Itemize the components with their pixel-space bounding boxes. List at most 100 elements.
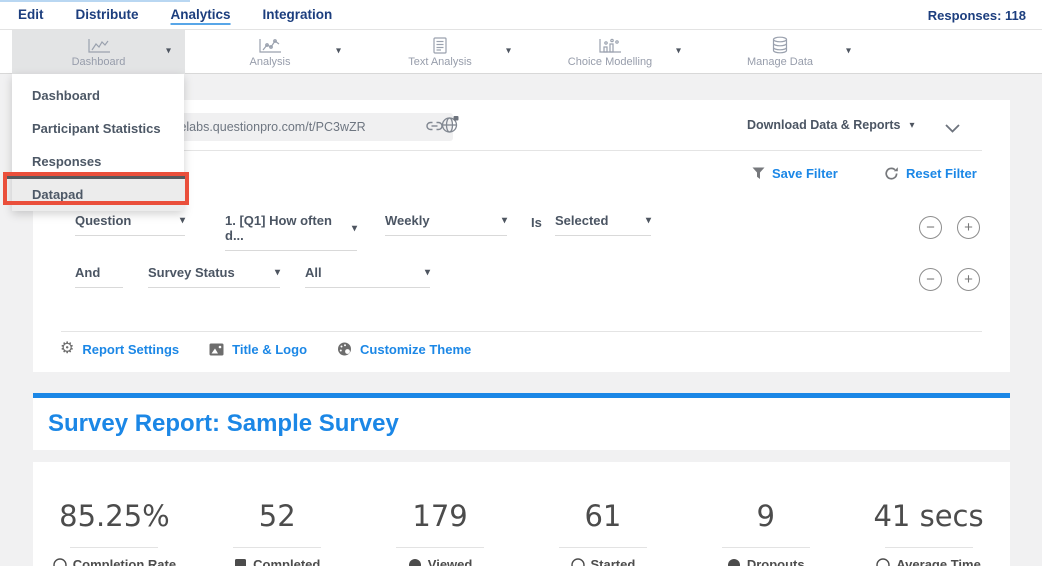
module-label: Text Analysis: [408, 56, 472, 68]
filter-status-value-select[interactable]: All ▾: [305, 265, 430, 288]
stat-started: 61 Started: [521, 499, 684, 566]
caret-down-icon: ▾: [275, 267, 280, 278]
stat-value: 85.25%: [33, 499, 196, 533]
nav-tab-integration[interactable]: Integration: [263, 7, 333, 22]
module-label: Analysis: [250, 56, 291, 68]
stat-dropouts: 9 Dropouts: [684, 499, 847, 566]
bar-chart-icon: [598, 37, 622, 54]
globe-lock-icon[interactable]: [441, 115, 460, 139]
funnel-icon: [752, 167, 765, 180]
module-manage-data[interactable]: Manage Data ▾: [695, 30, 865, 74]
caret-down-icon[interactable]: ▾: [676, 46, 681, 57]
document-icon: [432, 37, 448, 54]
caret-down-icon: ▾: [352, 223, 357, 234]
filter-status-field-select[interactable]: Survey Status ▾: [148, 265, 280, 288]
filter-field-value: Question: [75, 213, 131, 228]
minus-icon: −: [926, 219, 935, 236]
stat-value: 52: [196, 499, 359, 533]
title-logo-label: Title & Logo: [232, 342, 307, 357]
save-filter-button[interactable]: Save Filter: [752, 166, 838, 181]
nav-tab-edit[interactable]: Edit: [18, 7, 44, 22]
plus-icon: +: [964, 219, 973, 236]
caret-down-icon[interactable]: ▾: [506, 46, 511, 57]
dropout-icon: [727, 558, 741, 566]
filter-operator-label: Is: [531, 215, 542, 230]
caret-down-icon[interactable]: ▾: [846, 46, 851, 57]
report-title-card: Survey Report: Sample Survey: [33, 393, 1010, 450]
menu-item-participant-statistics[interactable]: Participant Statistics: [12, 112, 184, 145]
filter-conjunction-select[interactable]: And: [75, 265, 123, 288]
filter-question-select[interactable]: 1. [Q1] How often d... ▾: [225, 213, 357, 251]
filter-field-select[interactable]: Question ▾: [75, 213, 185, 236]
browser-tab-remnant: [0, 0, 190, 2]
stat-value: 179: [359, 499, 522, 533]
palette-icon: [337, 342, 352, 356]
remove-condition-button[interactable]: −: [919, 216, 942, 239]
nav-tab-distribute[interactable]: Distribute: [76, 7, 139, 22]
gear-icon: ⚙: [60, 341, 74, 357]
stat-value: 9: [684, 499, 847, 533]
reset-filter-button[interactable]: Reset Filter: [884, 166, 977, 181]
stat-divider: [233, 547, 321, 548]
caret-down-icon: ▾: [425, 267, 430, 278]
title-logo-button[interactable]: Title & Logo: [209, 342, 307, 357]
flag-icon: [234, 558, 247, 566]
nav-tab-analytics[interactable]: Analytics: [171, 7, 231, 22]
stat-completed: 52 Completed: [196, 499, 359, 566]
divider: [61, 331, 982, 332]
module-text-analysis[interactable]: Text Analysis ▾: [355, 30, 525, 74]
survey-stats-card: 85.25% Completion Rate 52 Completed 179 …: [33, 462, 1010, 566]
eye-icon: [408, 558, 422, 566]
module-toolbar: Dashboard ▾ Analysis ▾ Text Analysis ▾ C…: [0, 30, 1042, 74]
menu-item-dashboard[interactable]: Dashboard: [12, 79, 184, 112]
filter-answer-value: Weekly: [385, 213, 430, 228]
survey-url[interactable]: /hivelabs.questionpro.com/t/PC3wZR: [160, 120, 418, 134]
add-condition-button[interactable]: +: [957, 216, 980, 239]
stat-value: 41 secs: [847, 499, 1010, 533]
filter-operator-select[interactable]: Selected ▾: [555, 213, 651, 236]
top-nav: Edit Distribute Analytics Integration Re…: [0, 0, 1042, 30]
report-settings-button[interactable]: ⚙ Report Settings: [60, 341, 179, 357]
responses-count[interactable]: Responses: 118: [928, 0, 1026, 30]
module-choice-modelling[interactable]: Choice Modelling ▾: [525, 30, 695, 74]
module-label: Choice Modelling: [568, 56, 652, 68]
stat-viewed: 179 Viewed: [359, 499, 522, 566]
stat-divider: [70, 547, 158, 548]
stat-divider: [396, 547, 484, 548]
download-data-reports-dropdown[interactable]: Download Data & Reports ▾: [747, 114, 915, 136]
caret-down-icon[interactable]: ▾: [166, 46, 171, 57]
menu-item-responses[interactable]: Responses: [12, 145, 184, 178]
module-analysis[interactable]: Analysis ▾: [185, 30, 355, 74]
survey-url-field[interactable]: /hivelabs.questionpro.com/t/PC3wZR: [150, 113, 453, 141]
download-label: Download Data & Reports: [747, 118, 901, 132]
add-condition-button[interactable]: +: [957, 268, 980, 291]
stat-label: Completed: [253, 557, 320, 566]
trend-chart-icon: [258, 37, 282, 54]
stat-value: 61: [521, 499, 684, 533]
caret-down-icon[interactable]: ▾: [336, 46, 341, 57]
stat-label: Started: [591, 557, 636, 566]
collapse-chevron-icon[interactable]: [945, 120, 960, 138]
stat-completion-rate: 85.25% Completion Rate: [33, 499, 196, 566]
save-filter-label: Save Filter: [772, 166, 838, 181]
minus-icon: −: [926, 271, 935, 288]
filter-conjunction-value: And: [75, 265, 100, 280]
remove-condition-button[interactable]: −: [919, 268, 942, 291]
stat-divider: [885, 547, 973, 548]
caret-down-icon: ▾: [646, 215, 651, 226]
module-label: Dashboard: [72, 56, 126, 68]
filter-operator-value: Selected: [555, 213, 608, 228]
filter-answer-select[interactable]: Weekly ▾: [385, 213, 507, 236]
menu-item-datapad[interactable]: Datapad: [12, 178, 184, 211]
module-dashboard[interactable]: Dashboard ▾: [12, 30, 185, 74]
customize-theme-button[interactable]: Customize Theme: [337, 342, 471, 357]
reset-filter-label: Reset Filter: [906, 166, 977, 181]
line-chart-icon: [87, 37, 111, 54]
stat-divider: [722, 547, 810, 548]
stat-divider: [559, 547, 647, 548]
filter-status-value: All: [305, 265, 322, 280]
filter-status-field-value: Survey Status: [148, 265, 235, 280]
stat-average-time: 41 secs Average Time: [847, 499, 1010, 566]
caret-down-icon: ▾: [910, 120, 915, 131]
stat-label: Completion Rate: [73, 557, 176, 566]
